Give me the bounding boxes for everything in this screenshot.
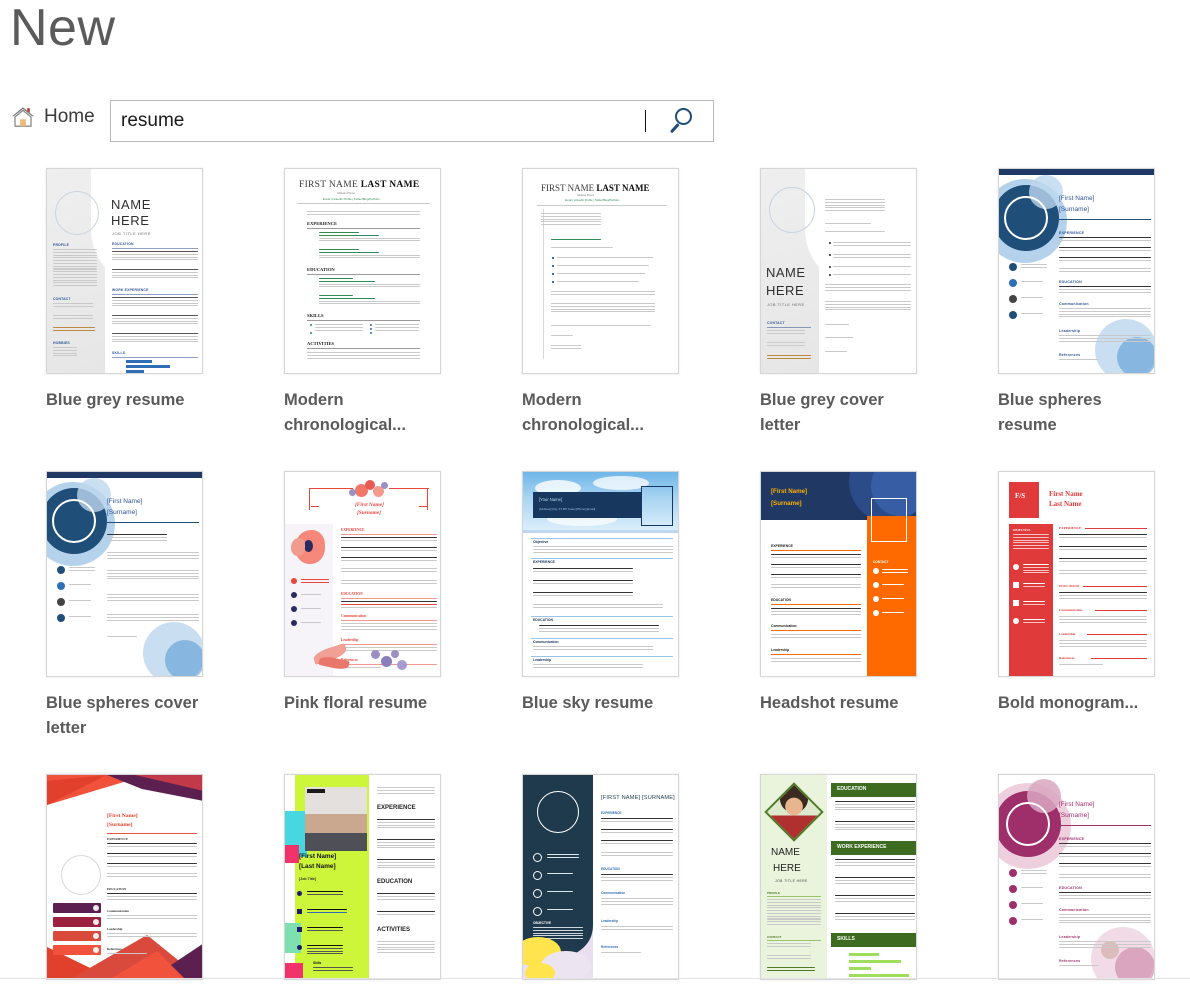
text-cursor [645,110,646,132]
template-thumbnail[interactable]: PROFILE CONTACT HOBBIES NAME HERE JOB TI… [46,168,203,374]
template-title: Blue grey resume [46,391,185,409]
template-title: Bold monogram... [998,694,1139,712]
template-thumbnail[interactable]: [First Name] [Surname] [46,471,203,677]
avatar [871,498,907,542]
template-title: Blue grey cover letter [760,391,884,434]
avatar [55,191,99,235]
template-thumbnail[interactable]: NAME HERE JOB TITLE HERE PROFILE CONTACT… [760,774,917,980]
template-card-blue-spheres-cover-letter[interactable]: [First Name] [Surname] Blue spheres cove… [46,471,246,741]
avatar [1006,802,1050,846]
avatar [52,499,96,543]
template-row-1: PROFILE CONTACT HOBBIES NAME HERE JOB TI… [0,168,1190,471]
template-card-modern-chronological-resume[interactable]: FIRST NAME LAST NAME Address Phone Email… [284,168,484,438]
template-card-blue-sky-resume[interactable]: [Your Name] [Address] [City, ST ZIP Code… [522,471,722,716]
template-card-color-block-resume[interactable]: [First Name] [Last Name] [Job Title] EXP… [284,774,484,980]
template-row-2: [First Name] [Surname] Blue spheres cove… [0,471,1190,774]
home-button[interactable]: Home [10,104,95,130]
template-title: Headshot resume [760,694,899,712]
template-thumbnail[interactable]: OBJECTIVE [FIRST NAME] [SURNAME] EXPERIE… [522,774,679,980]
template-title: Modern chronological... [284,391,406,434]
template-title: Modern chronological... [522,391,644,434]
search-magnifier-icon [669,108,700,134]
template-card-bold-monogram-resume[interactable]: F/S First Name Last Name OBJECTIVE EXPER… [998,471,1190,716]
avatar [641,486,673,526]
avatar [537,791,579,833]
photo [305,787,367,851]
template-card-pink-floral-resume[interactable]: [First Name] [Surname] EXPERIENCE EDUCAT… [284,471,484,716]
template-thumbnail[interactable]: [First Name] [Surname] EXPERIENCE EDUCAT… [998,168,1155,374]
template-card-geometric-resume[interactable]: [First Name] [Surname] EXPERIENCE EDUCAT… [46,774,246,980]
avatar [769,187,815,233]
new-template-gallery-page: New Home resume PROFILE CONTACT HOBBIES … [0,0,1190,994]
template-card-blue-spheres-resume[interactable]: [First Name] [Surname] EXPERIENCE EDUCAT… [998,168,1190,438]
template-thumbnail[interactable]: FIRST NAME LAST NAME Address Phone Email… [284,168,441,374]
template-grid: PROFILE CONTACT HOBBIES NAME HERE JOB TI… [0,168,1190,994]
template-thumbnail[interactable]: NAME HERE JOB TITLE HERE CONTACT [760,168,917,374]
template-card-pink-spheres-resume[interactable]: [First Name] [Surname] EXPERIENCE EDUCAT… [998,774,1190,980]
template-thumbnail[interactable]: [First Name] [Surname] EXPERIENCE EDUCAT… [760,471,917,677]
template-card-headshot-resume[interactable]: [First Name] [Surname] EXPERIENCE EDUCAT… [760,471,960,716]
template-card-modern-chronological-cover-letter[interactable]: FIRST NAME LAST NAME Address Phone Email… [522,168,722,438]
template-title: Blue spheres cover letter [46,694,199,737]
template-title: Pink floral resume [284,694,428,712]
template-card-blue-grey-resume[interactable]: PROFILE CONTACT HOBBIES NAME HERE JOB TI… [46,168,246,413]
home-icon [10,104,36,130]
home-label: Home [44,106,95,127]
page-title: New [10,0,116,57]
avatar [1004,196,1048,240]
navigation-row: Home [0,100,1190,144]
template-thumbnail[interactable]: F/S First Name Last Name OBJECTIVE EXPER… [998,471,1155,677]
search-input[interactable] [111,101,651,141]
template-thumbnail[interactable]: [First Name] [Surname] EXPERIENCE EDUCAT… [46,774,203,980]
avatar [61,855,101,895]
template-thumbnail[interactable]: [First Name] [Last Name] [Job Title] EXP… [284,774,441,980]
template-thumbnail[interactable]: FIRST NAME LAST NAME Address Phone Email… [522,168,679,374]
template-thumbnail[interactable]: [First Name] [Surname] EXPERIENCE EDUCAT… [998,774,1155,980]
page-bottom-divider [0,978,1190,979]
search-box[interactable] [110,100,714,142]
template-title: Blue spheres resume [998,391,1102,434]
template-card-modern-nursing-resume[interactable]: OBJECTIVE [FIRST NAME] [SURNAME] EXPERIE… [522,774,722,980]
template-thumbnail[interactable]: [Your Name] [Address] [City, ST ZIP Code… [522,471,679,677]
template-card-green-cubes-resume[interactable]: NAME HERE JOB TITLE HERE PROFILE CONTACT… [760,774,960,980]
template-title: Blue sky resume [522,694,654,712]
template-row-3: [First Name] [Surname] EXPERIENCE EDUCAT… [0,774,1190,994]
template-thumbnail[interactable]: [First Name] [Surname] [284,471,441,677]
start-searching-button[interactable] [661,101,713,141]
template-card-blue-grey-cover-letter[interactable]: NAME HERE JOB TITLE HERE CONTACT Blue gr… [760,168,960,438]
